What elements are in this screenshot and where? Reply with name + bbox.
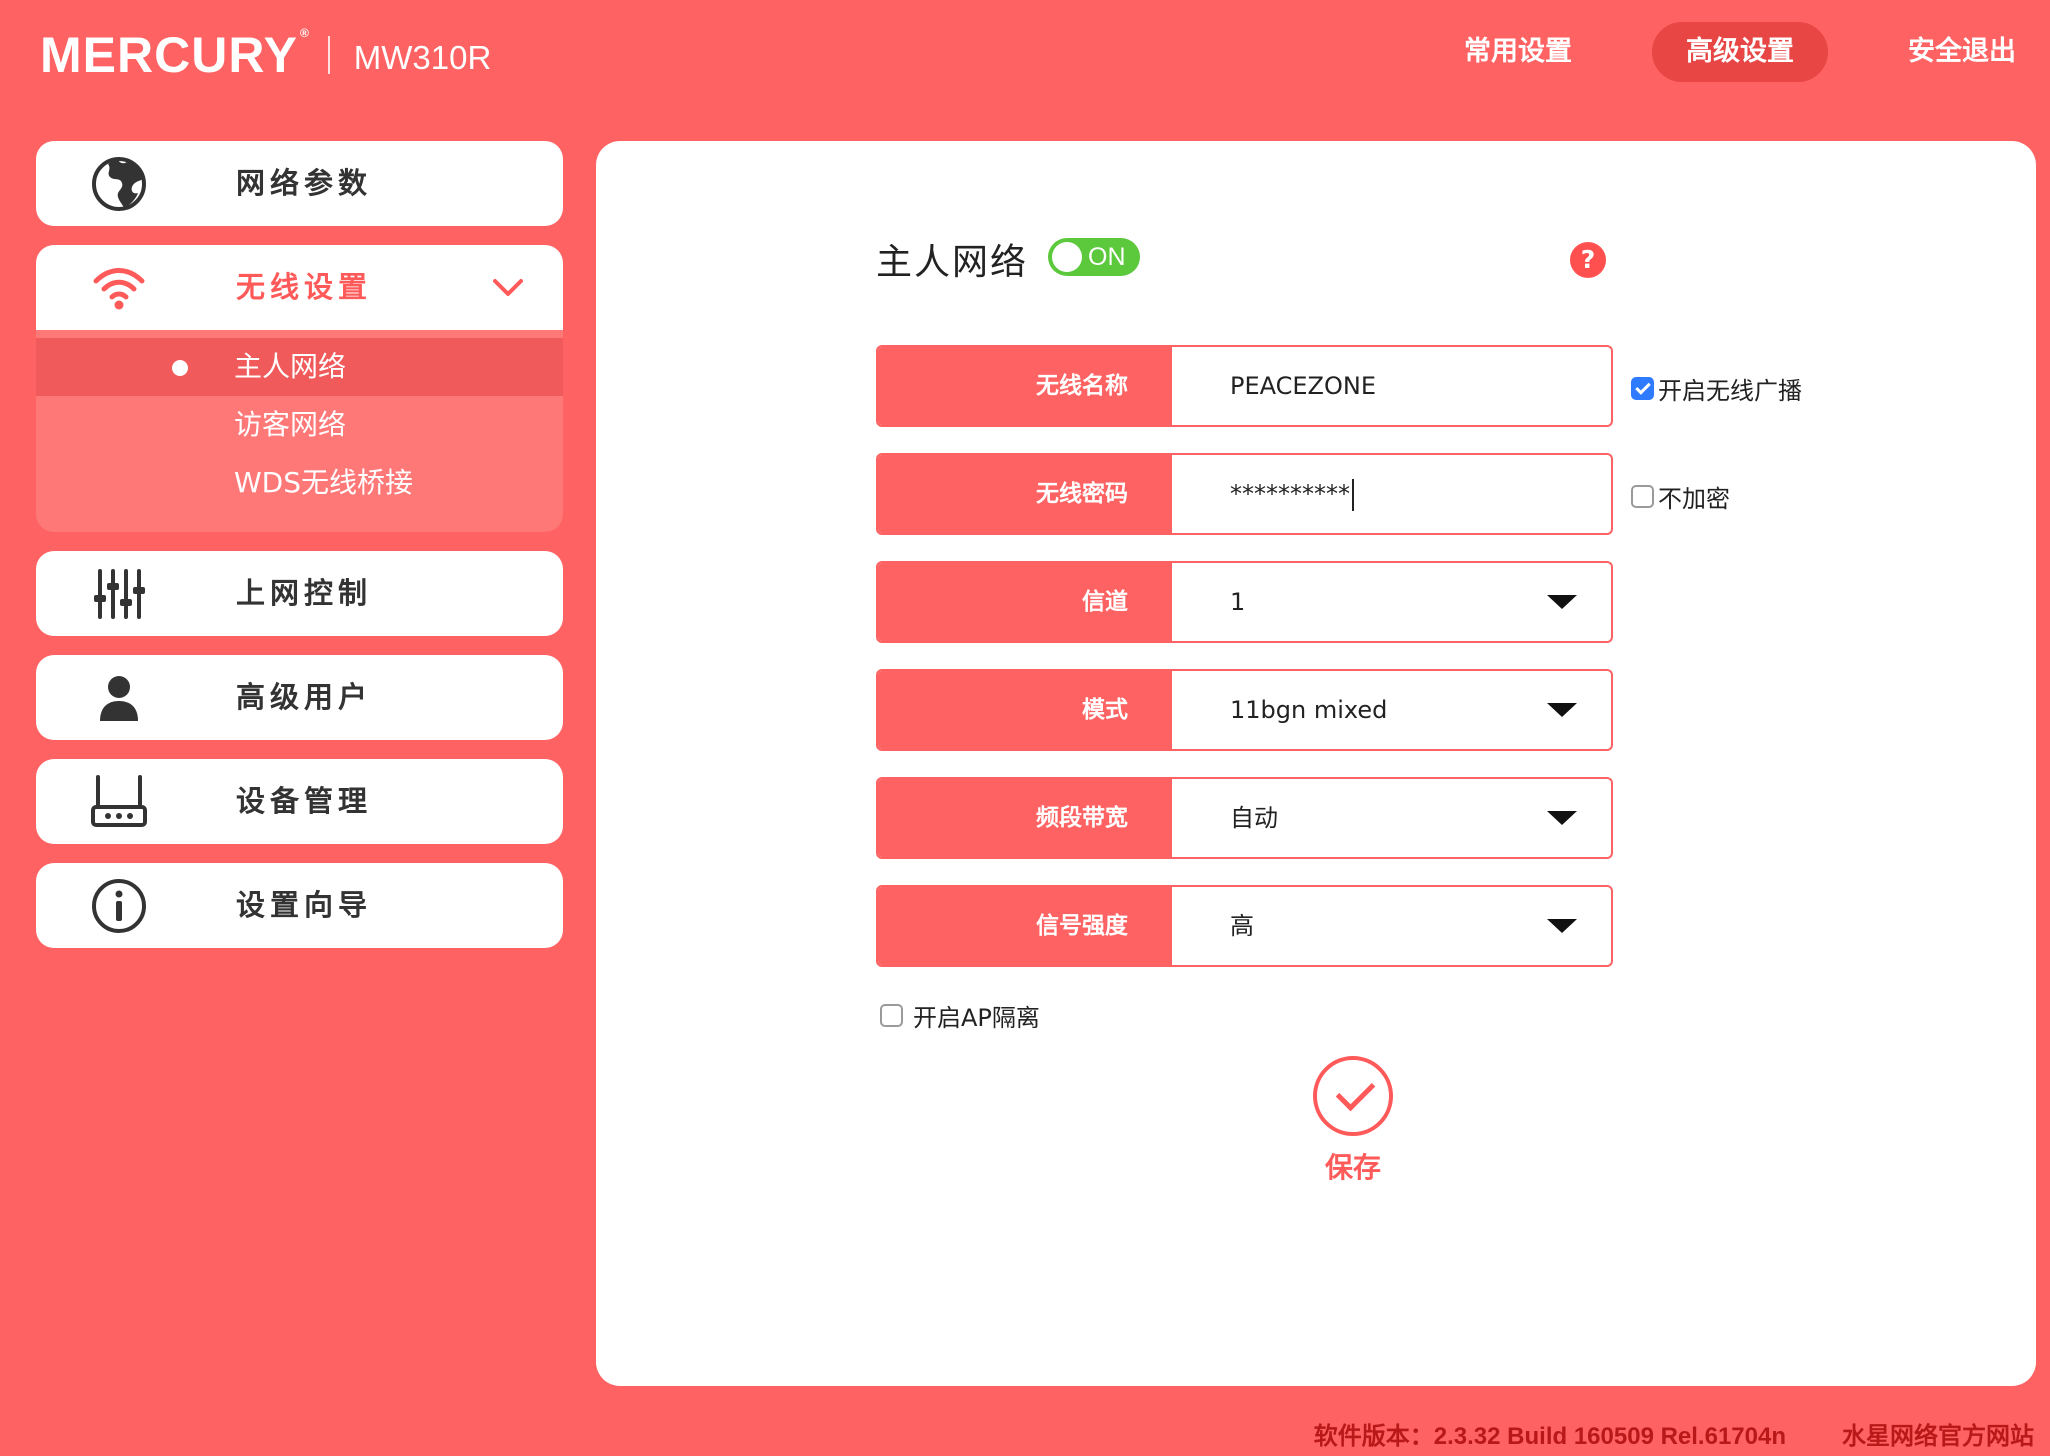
channel-value: 1	[1230, 588, 1246, 616]
sidebar-item-label: 设置向导	[236, 888, 373, 922]
no-encrypt-option[interactable]: 不加密	[1631, 479, 1730, 514]
save-label: 保存	[1324, 1151, 1381, 1184]
brand: MERCURY ® MW310R	[40, 26, 491, 84]
channel-row: 信道 1	[876, 561, 1613, 643]
sidebar-item-wireless[interactable]: 无线设置	[36, 245, 563, 330]
sidebar-item-label: 无线设置	[236, 270, 373, 304]
router-icon	[90, 773, 148, 831]
ssid-input[interactable]: PEACEZONE	[1172, 347, 1611, 425]
channel-label: 信道	[878, 563, 1172, 641]
sidebar-item-label: 设备管理	[236, 784, 373, 818]
password-row: 无线密码 **********	[876, 453, 1613, 535]
info-icon	[90, 877, 148, 935]
channel-select[interactable]: 1	[1172, 563, 1611, 641]
text-cursor	[1352, 479, 1354, 511]
ssid-label: 无线名称	[878, 347, 1172, 425]
ap-isolation-option[interactable]: 开启AP隔离	[880, 998, 1040, 1033]
sidebar-item-label: 上网控制	[236, 576, 373, 610]
submenu-item-host-network[interactable]: 主人网络	[36, 338, 563, 396]
ap-isolation-label: 开启AP隔离	[913, 1004, 1040, 1032]
checkmark-icon	[1313, 1056, 1393, 1136]
nav-common-settings[interactable]: 常用设置	[1430, 22, 1606, 82]
submenu-item-guest-network[interactable]: 访客网络	[36, 396, 563, 454]
broadcast-label: 开启无线广播	[1658, 377, 1802, 405]
bandwidth-label: 频段带宽	[878, 779, 1172, 857]
bandwidth-select[interactable]: 自动	[1172, 779, 1611, 857]
save-button[interactable]: 保存	[1272, 1056, 1434, 1186]
sidebar-item-label: 高级用户	[236, 680, 373, 714]
broadcast-checkbox[interactable]	[1631, 377, 1654, 400]
mode-select[interactable]: 11bgn mixed	[1172, 671, 1611, 749]
submenu-item-label: WDS无线桥接	[234, 466, 414, 499]
nav-advanced-settings[interactable]: 高级设置	[1652, 22, 1828, 82]
bandwidth-value: 自动	[1230, 804, 1278, 832]
password-input[interactable]: **********	[1172, 455, 1611, 533]
no-encrypt-checkbox[interactable]	[1631, 485, 1654, 508]
password-label: 无线密码	[878, 455, 1172, 533]
sidebar-item-advanced-users[interactable]: 高级用户	[36, 655, 563, 740]
sliders-icon	[90, 565, 148, 623]
user-icon	[90, 669, 148, 727]
globe-icon	[90, 155, 148, 213]
sidebar-item-internet-control[interactable]: 上网控制	[36, 551, 563, 636]
sidebar-item-label: 网络参数	[236, 166, 373, 200]
ssid-row: 无线名称 PEACEZONE	[876, 345, 1613, 427]
sidebar-group-wireless: 无线设置 主人网络 访客网络 WDS无线桥接	[36, 245, 563, 532]
sidebar-item-network[interactable]: 网络参数	[36, 141, 563, 226]
footer: 软件版本：2.3.32 Build 160509 Rel.61704n 水星网络…	[1314, 1416, 2034, 1451]
signal-row: 信号强度 高	[876, 885, 1613, 967]
model-name: MW310R	[353, 39, 492, 76]
help-icon[interactable]: ?	[1570, 242, 1606, 278]
submenu-item-wds-bridge[interactable]: WDS无线桥接	[36, 454, 563, 512]
brand-logo: MERCURY ®	[40, 26, 310, 83]
page-title: 主人网络	[876, 242, 1029, 283]
brand-divider	[327, 36, 330, 74]
no-encrypt-label: 不加密	[1658, 485, 1730, 513]
submenu-item-label: 访客网络	[234, 408, 347, 441]
broadcast-option[interactable]: 开启无线广播	[1631, 371, 1802, 406]
dropdown-arrow-icon	[1547, 595, 1577, 609]
toggle-knob	[1052, 242, 1082, 272]
wifi-icon	[90, 259, 148, 317]
sidebar-item-setup-wizard[interactable]: 设置向导	[36, 863, 563, 948]
dropdown-arrow-icon	[1547, 703, 1577, 717]
signal-value: 高	[1230, 912, 1254, 940]
mode-label: 模式	[878, 671, 1172, 749]
mode-value: 11bgn mixed	[1230, 696, 1388, 724]
mode-row: 模式 11bgn mixed	[876, 669, 1613, 751]
main-panel: 主人网络 ON ? 无线名称 PEACEZONE 开启无线广播 无线密码 ***…	[596, 141, 2036, 1386]
wireless-submenu: 主人网络 访客网络 WDS无线桥接	[36, 330, 563, 532]
submenu-item-label: 主人网络	[234, 350, 347, 383]
official-site-link[interactable]: 水星网络官方网站	[1842, 1416, 2034, 1451]
sidebar-item-device-management[interactable]: 设备管理	[36, 759, 563, 844]
toggle-label: ON	[1088, 243, 1126, 271]
software-version: 软件版本：2.3.32 Build 160509 Rel.61704n	[1313, 1423, 1786, 1450]
bandwidth-row: 频段带宽 自动	[876, 777, 1613, 859]
dropdown-arrow-icon	[1547, 919, 1577, 933]
top-navigation: 常用设置 高级设置 安全退出	[1384, 22, 2050, 82]
ap-isolation-checkbox[interactable]	[880, 1004, 903, 1027]
signal-select[interactable]: 高	[1172, 887, 1611, 965]
chevron-down-icon	[491, 273, 525, 303]
nav-logout[interactable]: 安全退出	[1874, 22, 2050, 82]
sidebar: 网络参数 无线设置 主人网络 访客网络 WDS无线桥接 上网控制 高级用户 设备…	[36, 141, 563, 967]
password-value: **********	[1230, 480, 1350, 508]
signal-label: 信号强度	[878, 887, 1172, 965]
host-network-toggle[interactable]: ON	[1048, 238, 1140, 276]
dropdown-arrow-icon	[1547, 811, 1577, 825]
active-dot-icon	[172, 360, 188, 376]
